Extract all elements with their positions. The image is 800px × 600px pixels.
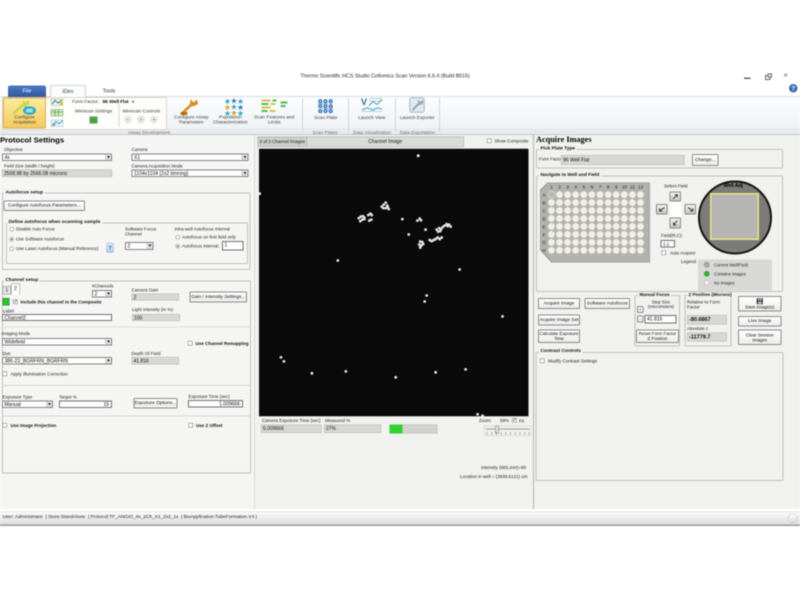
svg-text:8: 8 <box>607 185 610 190</box>
svg-text:9: 9 <box>615 185 618 190</box>
svg-text:H: H <box>542 248 545 253</box>
svg-text:4: 4 <box>575 185 578 190</box>
svg-text:F: F <box>543 233 546 238</box>
svg-text:11: 11 <box>630 185 635 190</box>
svg-text:G: G <box>542 240 546 245</box>
svg-text:7: 7 <box>599 185 602 190</box>
svg-text:2: 2 <box>558 185 561 190</box>
svg-text:1: 1 <box>550 185 553 190</box>
svg-text:V: V <box>361 97 367 107</box>
svg-text:B: B <box>542 201 545 206</box>
svg-text:12: 12 <box>638 185 644 190</box>
svg-text:10: 10 <box>622 185 628 190</box>
svg-text:5: 5 <box>583 185 586 190</box>
svg-text:E: E <box>542 225 545 230</box>
svg-text:3: 3 <box>566 185 569 190</box>
svg-text:6: 6 <box>591 185 594 190</box>
